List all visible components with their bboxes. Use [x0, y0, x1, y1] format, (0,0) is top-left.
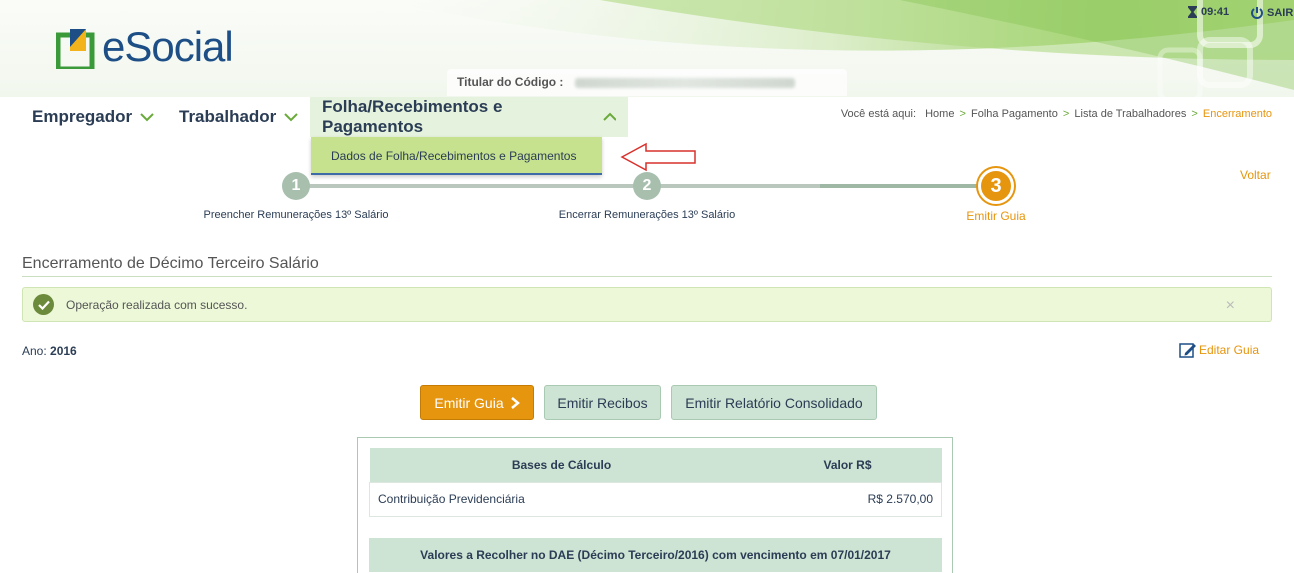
step-1-circle: 1 [282, 172, 310, 200]
dropdown-item-label: Dados de Folha/Recebimentos e Pagamentos [331, 149, 577, 163]
title-divider [22, 276, 1272, 277]
esocial-logo[interactable]: eSocial [55, 22, 234, 72]
editar-guia-link[interactable]: Editar Guia [1179, 341, 1259, 359]
nav-empregador[interactable]: Empregador [32, 97, 154, 137]
alert-message: Operação realizada com sucesso. [66, 297, 248, 312]
emitir-guia-button[interactable]: Emitir Guia [420, 385, 534, 420]
emitir-relatorio-button[interactable]: Emitir Relatório Consolidado [671, 385, 877, 420]
step-3-label: Emitir Guia [966, 209, 1026, 223]
breadcrumb-current: Encerramento [1202, 108, 1272, 120]
step-3-circle: 3 [978, 168, 1014, 204]
titular-do-codigo: Titular do Código : [447, 69, 847, 96]
breadcrumb-label: Você está aqui: [840, 108, 917, 120]
voltar-link[interactable]: Voltar [1240, 168, 1271, 182]
progress-steps: 1 Preencher Remunerações 13º Salário 2 E… [0, 168, 1294, 230]
header-bases-calculo: Bases de Cálculo [369, 448, 754, 482]
step-2-label: Encerrar Remunerações 13º Salário [558, 209, 736, 221]
check-icon [33, 294, 54, 315]
titular-value-redacted [574, 77, 795, 88]
close-icon[interactable]: × [1226, 297, 1235, 315]
table-row: Contribuição Previdenciária R$ 2.570,00 [369, 481, 942, 517]
breadcrumb-separator: > [959, 108, 966, 120]
titular-label: Titular do Código : [457, 75, 564, 89]
row-label: Contribuição Previdenciária [369, 481, 754, 517]
chevron-down-icon [140, 113, 154, 122]
ano-field: Ano: 2016 [22, 344, 77, 358]
breadcrumb-lista-trabalhadores[interactable]: Lista de Trabalhadores [1074, 108, 1186, 120]
logo-icon [55, 25, 100, 72]
breadcrumb-separator: > [1191, 108, 1198, 120]
chevron-right-icon [510, 396, 520, 409]
hourglass-icon [1188, 6, 1197, 18]
chevron-down-icon [284, 113, 299, 122]
nav-empregador-label: Empregador [32, 107, 133, 126]
ano-value: 2016 [50, 344, 77, 358]
bases-calculo-table: Bases de Cálculo Valor R$ Contribuição P… [369, 448, 942, 517]
header: eSocial Titular do Código : 09:41 SAIR [0, 0, 1294, 97]
step-line [820, 184, 998, 188]
emitir-guia-label: Emitir Guia [434, 394, 504, 411]
nav-trabalhador-label: Trabalhador [179, 107, 277, 126]
nav-folha-label: Folha/Recebimentos e Pagamentos [322, 97, 503, 136]
editar-guia-label: Editar Guia [1199, 343, 1260, 357]
page-title: Encerramento de Décimo Terceiro Salário [22, 255, 319, 272]
valores-recolher-table: Valores a Recolher no DAE (Décimo Tercei… [369, 538, 942, 572]
nav-trabalhador[interactable]: Trabalhador [179, 97, 299, 137]
breadcrumb-home[interactable]: Home [925, 108, 954, 120]
logout-button[interactable]: SAIR [1250, 6, 1293, 20]
step-1-label: Preencher Remunerações 13º Salário [203, 209, 389, 221]
success-alert: Operação realizada com sucesso. × [22, 287, 1272, 322]
breadcrumb-folha-pagamento[interactable]: Folha Pagamento [971, 108, 1058, 120]
chevron-up-icon [602, 112, 616, 121]
emitir-recibos-button[interactable]: Emitir Recibos [544, 385, 661, 420]
main-nav: Empregador Trabalhador Folha/Recebimento… [0, 97, 1294, 137]
session-time: 09:41 [1201, 6, 1230, 18]
header-valor: Valor R$ [753, 448, 942, 482]
session-timer: 09:41 [1188, 6, 1229, 18]
step-2-circle: 2 [633, 172, 661, 200]
row-value: R$ 2.570,00 [753, 481, 942, 517]
breadcrumb-separator: > [1062, 108, 1070, 120]
section-title: Valores a Recolher no DAE (Décimo Tercei… [369, 538, 942, 572]
table-header-row: Bases de Cálculo Valor R$ [369, 448, 942, 482]
nav-folha[interactable]: Folha/Recebimentos e Pagamentos [310, 97, 628, 137]
edit-icon [1179, 343, 1196, 358]
logout-label: SAIR [1267, 7, 1294, 19]
table-header-row: Valores a Recolher no DAE (Décimo Tercei… [369, 538, 942, 572]
logo-text: eSocial [102, 23, 234, 70]
ano-label: Ano: [22, 344, 47, 358]
step-line [296, 184, 648, 188]
breadcrumb: Você está aqui: Home > Folha Pagamento >… [841, 108, 1272, 120]
power-icon [1251, 7, 1263, 19]
results-panel: Bases de Cálculo Valor R$ Contribuição P… [357, 437, 953, 573]
red-arrow-annotation [620, 142, 696, 172]
